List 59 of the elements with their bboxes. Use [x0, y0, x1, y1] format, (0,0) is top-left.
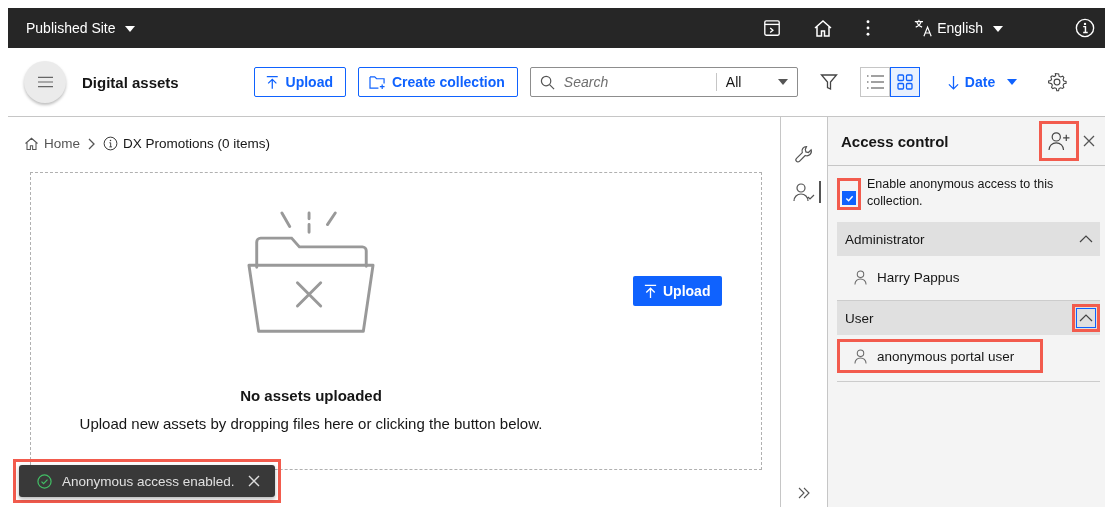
more-icon[interactable] [865, 19, 872, 37]
translate-icon [913, 18, 934, 38]
group-name: User [845, 310, 874, 326]
empty-state-message: Upload new assets by dropping files here or clicking the button below. [79, 415, 543, 432]
search-field[interactable]: Search [561, 73, 716, 91]
upload-icon [265, 74, 280, 90]
scope-dropdown[interactable]: All [725, 74, 797, 90]
wrench-icon [794, 144, 814, 164]
breadcrumb-current: DX Promotions (0 items) [103, 136, 271, 151]
user-icon [854, 269, 867, 285]
list-view-button[interactable] [859, 67, 890, 97]
info-icon [103, 136, 118, 151]
home-link[interactable]: Home [24, 136, 80, 151]
search-bar[interactable]: Search All [529, 67, 798, 97]
terminal-icon[interactable] [763, 19, 782, 37]
add-user-icon [1048, 131, 1070, 151]
caret-icon [125, 26, 136, 33]
user-icon [854, 348, 867, 364]
toast-message: Anonymous access enabled. [62, 473, 236, 489]
language-dropdown[interactable]: English [937, 20, 1003, 36]
home-icon [24, 136, 39, 151]
success-icon [37, 473, 52, 489]
group-header[interactable]: Administrator [837, 222, 1100, 256]
list-icon [865, 74, 884, 90]
site-dropdown[interactable]: Published Site [26, 20, 136, 36]
panel-title: Access control [841, 132, 950, 150]
sort-dropdown[interactable]: Date [941, 73, 1024, 91]
upload-button[interactable]: Upload [633, 276, 723, 306]
folder-add-icon [369, 74, 386, 90]
chevron-icon [1079, 235, 1093, 243]
chevron-icon [1079, 314, 1093, 322]
arrow-down-icon [947, 74, 959, 90]
member-item[interactable]: anonymous portal user [840, 342, 1040, 370]
empty-state-title: No assets uploaded [240, 387, 382, 404]
grid-icon [896, 74, 913, 90]
checkmark-icon [844, 193, 854, 203]
menu-icon [37, 76, 53, 88]
upload-icon [643, 283, 658, 299]
filter-icon[interactable] [819, 73, 838, 91]
settings-icon[interactable] [1047, 72, 1068, 92]
info-icon[interactable] [1075, 18, 1095, 38]
member-item[interactable]: Harry Pappus [840, 263, 1040, 291]
upload-button[interactable]: Upload [254, 67, 346, 97]
anonymous-checkbox[interactable] [842, 191, 856, 205]
caret-icon [1007, 79, 1018, 85]
page-title: Digital assets [82, 73, 180, 91]
caret-icon [777, 79, 788, 85]
group-name: Administrator [845, 231, 925, 247]
chevron-icon [88, 137, 95, 150]
checkbox-label: Enable anonymous access to this collection. [867, 176, 1055, 210]
user-check-icon [793, 182, 815, 202]
search-icon [539, 74, 555, 90]
create-collection-button[interactable]: Create collection [358, 67, 518, 97]
group-header[interactable]: User [837, 300, 1100, 335]
grid-view-button[interactable] [889, 67, 920, 97]
home-icon[interactable] [813, 18, 834, 38]
close-icon[interactable] [1083, 135, 1095, 147]
expand-icon[interactable] [798, 487, 810, 499]
caret-icon [993, 26, 1003, 33]
